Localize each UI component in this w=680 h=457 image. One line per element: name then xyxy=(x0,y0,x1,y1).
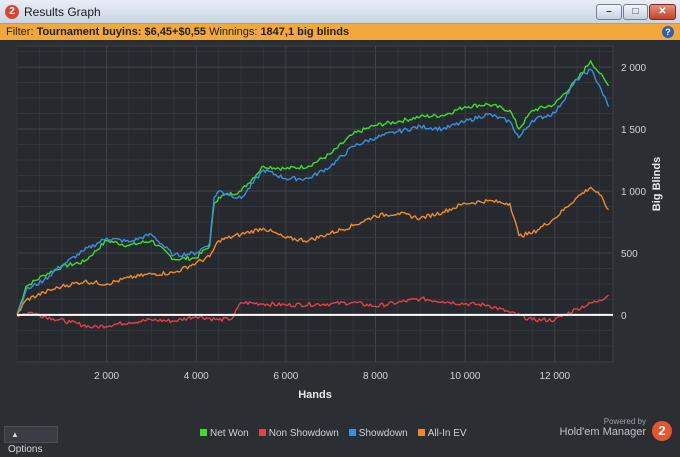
x-tick-label: 4 000 xyxy=(184,371,209,382)
filter-prefix: Filter: xyxy=(6,26,34,38)
y-tick-label: 500 xyxy=(621,249,638,260)
filter-bar: Filter: Tournament buyins: $6,45+$0,55 W… xyxy=(0,24,680,40)
y-tick-label: 1 500 xyxy=(621,125,646,136)
chevron-up-icon: ▲ xyxy=(11,430,19,439)
x-tick-label: 6 000 xyxy=(273,371,298,382)
legend-swatch xyxy=(200,429,207,436)
legend-label: Net Won xyxy=(210,428,249,439)
y-tick-label: 2 000 xyxy=(621,63,646,74)
y-tick-label: 0 xyxy=(621,311,627,322)
app-logo-icon: 2 xyxy=(5,5,19,19)
holdem-manager-logo-icon: 2 xyxy=(652,421,672,441)
help-icon[interactable]: ? xyxy=(662,26,674,38)
close-button[interactable]: ✕ xyxy=(649,4,676,20)
filter-winnings-value: 1847,1 big blinds xyxy=(260,26,350,38)
window-title: Results Graph xyxy=(24,5,101,19)
close-icon: ✕ xyxy=(658,6,667,17)
legend-swatch xyxy=(258,429,266,436)
x-tick-label: 10 000 xyxy=(450,371,481,382)
brand-name: Hold'em Manager xyxy=(559,426,646,438)
legend-swatch xyxy=(417,429,425,436)
legend-label: Showdown xyxy=(358,428,408,439)
options-button[interactable]: ▲ Options xyxy=(4,426,58,455)
title-bar: 2 Results Graph – □ ✕ xyxy=(0,0,680,24)
legend-item: Non Showdown xyxy=(258,428,339,439)
legend-item: Net Won xyxy=(200,428,249,439)
options-label: Options xyxy=(8,444,43,455)
y-tick-label: 1 000 xyxy=(621,187,646,198)
powered-by-text: Powered by xyxy=(603,417,646,426)
maximize-button[interactable]: □ xyxy=(623,4,648,20)
legend-item: All-In EV xyxy=(417,428,467,439)
legend-swatch xyxy=(348,429,356,436)
minimize-icon: – xyxy=(606,6,612,17)
legend-label: Non Showdown xyxy=(268,428,339,439)
legend-label: All-In EV xyxy=(427,428,467,439)
bottom-bar: ▲ Options Net Won Non Showdown Showdown All… xyxy=(0,417,680,455)
brand: Powered by Hold'em Manager 2 xyxy=(559,417,672,441)
results-chart: 2 000 4 000 6 000 8 000 10 000 12 000 0 500 1 00… xyxy=(16,45,663,401)
minimize-button[interactable]: – xyxy=(596,4,622,20)
x-axis-label: Hands xyxy=(298,389,332,401)
chart-legend: Net Won Non Showdown Showdown All-In EV xyxy=(200,428,477,439)
x-tick-label: 2 000 xyxy=(94,371,119,382)
maximize-icon: □ xyxy=(632,6,639,17)
x-tick-label: 12 000 xyxy=(539,371,570,382)
filter-winnings-prefix: Winnings: xyxy=(209,26,258,38)
y-axis-label: Big Blinds xyxy=(651,157,663,211)
legend-item: Showdown xyxy=(348,428,408,439)
filter-buyins: Tournament buyins: $6,45+$0,55 xyxy=(36,26,207,38)
x-tick-label: 8 000 xyxy=(363,371,388,382)
